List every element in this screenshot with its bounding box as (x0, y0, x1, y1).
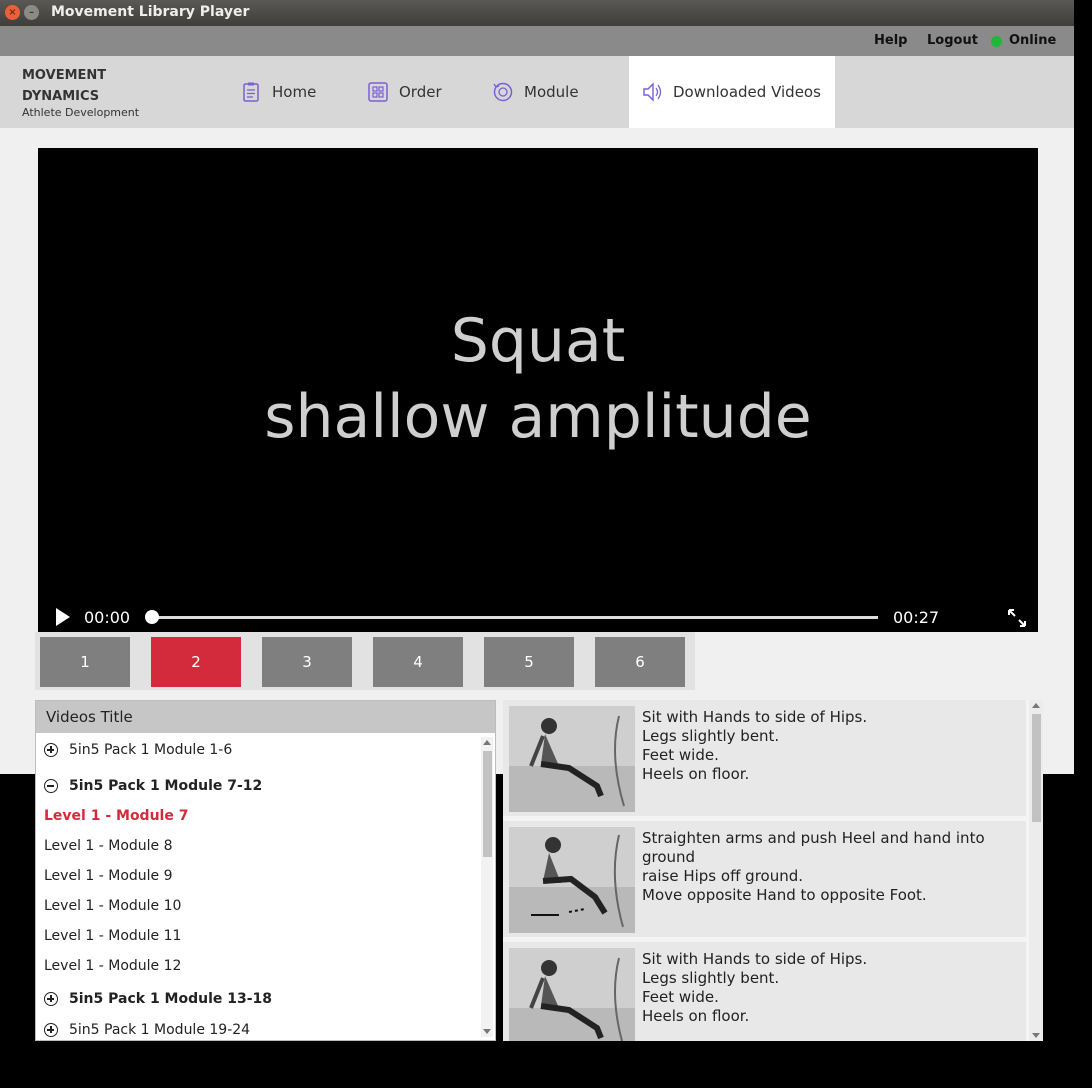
exercise-thumbnail (509, 948, 635, 1041)
list-scroll-thumb[interactable] (483, 751, 492, 857)
part-button-4[interactable]: 4 (373, 637, 463, 687)
brand-logo: MOVEMENT DYNAMICS (22, 65, 106, 107)
brand-line1: MOVEMENT (22, 68, 107, 83)
expand-icon (44, 1023, 58, 1037)
part-button-5[interactable]: 5 (484, 637, 574, 687)
instruction-text: Sit with Hands to side of Hips. Legs sli… (642, 950, 868, 1025)
instructions-scroll-thumb[interactable] (1032, 714, 1041, 822)
list-group-label: 5in5 Pack 1 Module 1-6 (69, 742, 233, 758)
duration: 00:27 (893, 608, 940, 627)
list-group-label: 5in5 Pack 1 Module 19-24 (69, 1022, 251, 1038)
list-item-module-11[interactable]: Level 1 - Module 11 (44, 928, 181, 944)
part-button-6[interactable]: 6 (595, 637, 685, 687)
list-item-module-7[interactable]: Level 1 - Module 7 (44, 808, 188, 824)
part-button-2[interactable]: 2 (151, 637, 241, 687)
scroll-up-icon[interactable] (1032, 703, 1040, 708)
grid-icon (368, 82, 388, 102)
window-title: Movement Library Player (51, 4, 250, 20)
scroll-down-icon[interactable] (483, 1029, 491, 1034)
cycle-icon (493, 82, 513, 102)
nav-order-label: Order (399, 83, 442, 101)
list-item-module-9[interactable]: Level 1 - Module 9 (44, 868, 173, 884)
account-bar: Help Logout Online (0, 26, 1092, 56)
part-button-3[interactable]: 3 (262, 637, 352, 687)
part-selector: 1 2 3 4 5 6 (35, 632, 695, 690)
list-group-label: 5in5 Pack 1 Module 7-12 (69, 778, 263, 794)
expand-icon (44, 743, 58, 757)
nav-order[interactable]: Order (367, 56, 442, 128)
play-icon[interactable] (56, 608, 70, 626)
instruction-row: Straighten arms and push Heel and hand i… (503, 821, 1026, 937)
list-scrollbar[interactable] (481, 737, 493, 1037)
nav-home-label: Home (272, 83, 317, 101)
seek-bar[interactable] (150, 616, 878, 619)
videos-list-panel: Videos Title 5in5 Pack 1 Module 1-6 5in5… (35, 700, 496, 1041)
minimize-window-button[interactable]: – (24, 5, 39, 20)
video-caption-line1: Squat (450, 306, 626, 376)
scroll-down-icon[interactable] (1032, 1033, 1040, 1038)
videos-list-header: Videos Title (36, 701, 495, 733)
video-caption-line2: shallow amplitude (264, 382, 812, 452)
list-item-module-8[interactable]: Level 1 - Module 8 (44, 838, 173, 854)
list-group-13-18[interactable]: 5in5 Pack 1 Module 13-18 (44, 991, 272, 1007)
list-item-module-10[interactable]: Level 1 - Module 10 (44, 898, 181, 914)
help-link[interactable]: Help (874, 33, 907, 48)
fullscreen-icon[interactable] (1006, 607, 1028, 629)
list-group-7-12[interactable]: 5in5 Pack 1 Module 7-12 (44, 778, 262, 794)
part-button-1[interactable]: 1 (40, 637, 130, 687)
exercise-thumbnail (509, 827, 635, 933)
current-time: 00:00 (84, 608, 131, 627)
list-group-label: 5in5 Pack 1 Module 13-18 (69, 991, 273, 1007)
instructions-panel: Sit with Hands to side of Hips. Legs sli… (503, 700, 1043, 1041)
scroll-up-icon[interactable] (483, 740, 491, 745)
speaker-icon (643, 82, 662, 102)
instructions-scrollbar[interactable] (1029, 700, 1043, 1041)
instruction-text: Straighten arms and push Heel and hand i… (642, 829, 985, 904)
nav-downloaded-videos-label: Downloaded Videos (673, 83, 821, 101)
nav-home[interactable]: Home (240, 56, 316, 128)
close-window-button[interactable]: × (5, 5, 20, 20)
instruction-text: Sit with Hands to side of Hips. Legs sli… (642, 708, 868, 783)
nav-downloaded-videos[interactable]: Downloaded Videos (629, 56, 835, 128)
list-group-19-24[interactable]: 5in5 Pack 1 Module 19-24 (44, 1022, 250, 1038)
window-edge (1074, 0, 1092, 1088)
clipboard-icon (243, 82, 259, 102)
exercise-thumbnail (509, 706, 635, 812)
brand-subtitle: Athlete Development (22, 106, 140, 119)
brand-line2: DYNAMICS (22, 89, 100, 104)
nav-module-label: Module (524, 83, 579, 101)
list-group-1-6[interactable]: 5in5 Pack 1 Module 1-6 (44, 742, 232, 758)
instruction-row: Sit with Hands to side of Hips. Legs sli… (503, 942, 1026, 1041)
video-player[interactable]: Squat shallow amplitude 00:00 00:27 (38, 148, 1038, 632)
instruction-row: Sit with Hands to side of Hips. Legs sli… (503, 700, 1026, 816)
main-nav: MOVEMENT DYNAMICS Athlete Development Ho… (0, 56, 1092, 128)
expand-icon (44, 992, 58, 1006)
logout-link[interactable]: Logout (927, 33, 978, 48)
nav-module[interactable]: Module (492, 56, 579, 128)
seek-handle[interactable] (145, 610, 159, 624)
online-status-label: Online (1009, 33, 1057, 48)
online-status-icon (991, 36, 1002, 47)
collapse-icon (44, 779, 58, 793)
list-item-module-12[interactable]: Level 1 - Module 12 (44, 958, 181, 974)
window-titlebar: × – Movement Library Player (0, 0, 1092, 26)
